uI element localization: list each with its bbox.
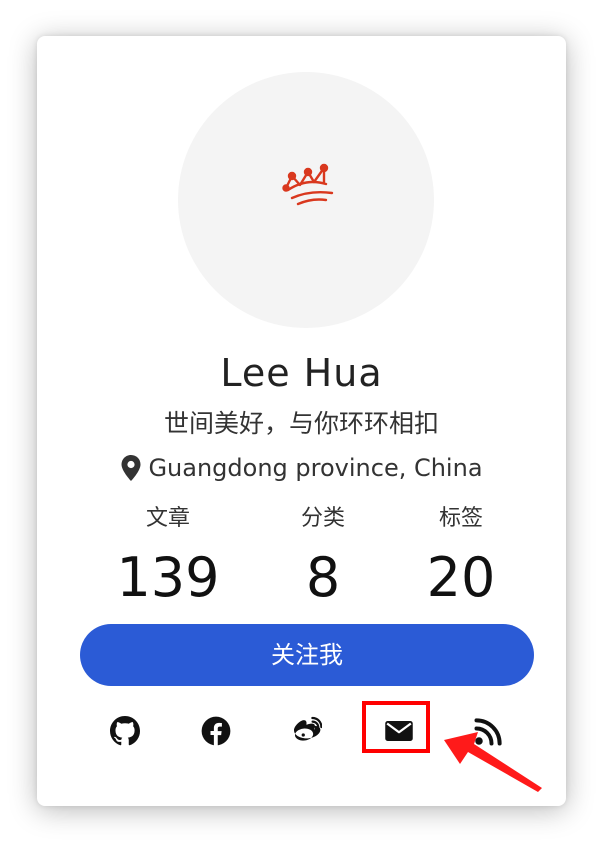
stat-count: 8 <box>305 546 341 609</box>
avatar[interactable] <box>178 72 434 328</box>
stat-count: 20 <box>426 546 496 609</box>
weibo-icon[interactable] <box>292 716 322 746</box>
stat-articles[interactable]: 文章 139 <box>98 502 238 614</box>
stat-tags[interactable]: 标签 20 <box>391 502 531 614</box>
stats-row: 文章 139 分类 8 标签 20 <box>37 502 566 612</box>
github-icon[interactable] <box>110 716 140 746</box>
location-text: Guangdong province, China <box>148 454 483 482</box>
profile-card: Lee Hua 世间美好，与你环环相扣 Guangdong province, … <box>37 36 566 806</box>
follow-button[interactable]: 关注我 <box>80 624 534 686</box>
crown-logo-icon <box>282 163 334 206</box>
map-pin-icon <box>121 455 141 481</box>
stat-categories[interactable]: 分类 8 <box>253 502 393 614</box>
annotation-arrow-icon <box>444 732 542 792</box>
stat-label: 分类 <box>300 506 345 531</box>
facebook-icon[interactable] <box>201 716 231 746</box>
profile-name: Lee Hua <box>220 351 383 395</box>
profile-motto: 世间美好，与你环环相扣 <box>163 409 439 438</box>
profile-location: Guangdong province, China <box>37 450 566 486</box>
stat-label: 文章 <box>145 506 190 531</box>
stat-count: 139 <box>116 546 220 609</box>
highlight-box <box>362 701 430 753</box>
stat-label: 标签 <box>438 506 483 531</box>
